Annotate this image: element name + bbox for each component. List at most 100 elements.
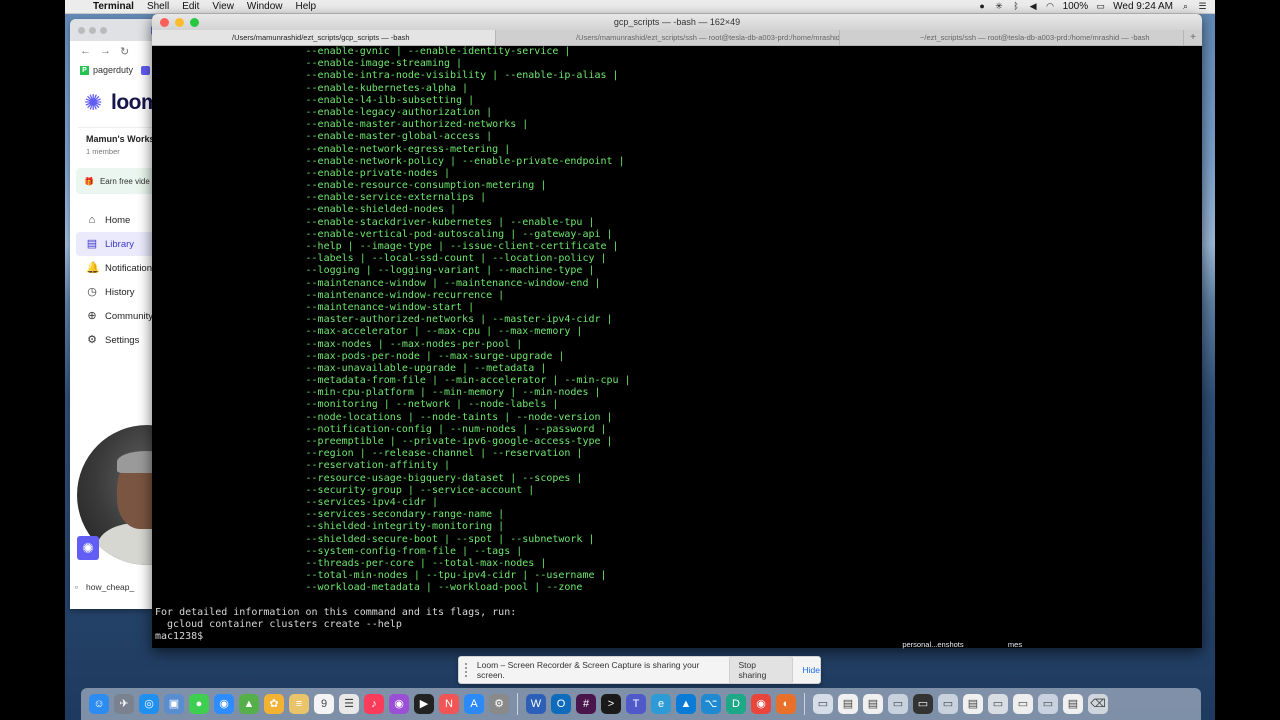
back-icon[interactable]: ← [80, 45, 91, 57]
azure-icon[interactable]: ▲ [676, 694, 696, 714]
launchpad-icon[interactable]: ✈ [114, 694, 134, 714]
terminal-flag-line: --max-pods-per-node | --max-surge-upgrad… [155, 350, 565, 362]
bookmark-pagerduty[interactable]: pagerduty [93, 65, 133, 75]
reminders-icon[interactable]: ☰ [339, 694, 359, 714]
terminal-icon[interactable]: > [601, 694, 621, 714]
menu-view[interactable]: View [212, 1, 234, 12]
folder-icon[interactable]: ▭ [813, 694, 833, 714]
outlook-icon[interactable]: O [551, 694, 571, 714]
new-tab-icon[interactable]: + [1184, 30, 1202, 45]
battery-icon[interactable]: ▭ [1096, 2, 1105, 11]
sidebar-item-label: Library [105, 238, 135, 250]
menu-app-name[interactable]: Terminal [93, 1, 134, 12]
maps-icon[interactable]: ▲ [239, 694, 259, 714]
document-icon[interactable]: ▤ [838, 694, 858, 714]
messages-icon[interactable]: ● [189, 694, 209, 714]
terminal-flag-line: --metadata-from-file | --min-accelerator… [155, 375, 631, 387]
bluetooth-icon[interactable]: ᛒ [1012, 2, 1021, 11]
teams-icon[interactable]: T [626, 694, 646, 714]
terminal-flag-line: --max-nodes | --max-nodes-per-pool | [155, 338, 523, 350]
loom-recorder-icon[interactable]: ✺ [77, 536, 99, 560]
gear-icon: ⚙ [87, 334, 97, 346]
terminal-tab-ssh-bash[interactable]: ~/ezt_scripts/ssh — root@tesla-db-a003-p… [840, 30, 1184, 45]
vscode-icon[interactable]: ⌥ [701, 694, 721, 714]
terminal-tab-ssh[interactable]: /Users/mamunrashid/ezt_scripts/ssh — roo… [496, 30, 840, 45]
photos-icon[interactable]: ✿ [264, 694, 284, 714]
reload-icon[interactable]: ↻ [120, 45, 129, 58]
safari-icon[interactable]: ◎ [139, 694, 159, 714]
appstore-icon[interactable]: A [464, 694, 484, 714]
finder-icon[interactable]: ☺ [89, 694, 109, 714]
terminal-output[interactable]: --enable-gvnic | --enable-identity-servi… [152, 46, 1202, 643]
terminal-flag-line: --notification-config | --num-nodes | --… [155, 423, 607, 435]
firefox-icon[interactable]: ◐ [776, 694, 796, 714]
word-icon[interactable]: W [526, 694, 546, 714]
spotlight-icon[interactable]: ⌕ [1181, 2, 1190, 11]
screen-sharing-notice: Loom – Screen Recorder & Screen Capture … [458, 656, 821, 684]
screenshot-icon[interactable]: ▭ [938, 694, 958, 714]
music-icon[interactable]: ♪ [364, 694, 384, 714]
terminal-flag-line: --enable-intra-node-visibility | --enabl… [155, 70, 619, 82]
terminal-flag-line: --max-accelerator | --max-cpu | --max-me… [155, 326, 583, 338]
datagrip-icon[interactable]: D [726, 694, 746, 714]
screenshot-icon[interactable]: ▭ [1013, 694, 1033, 714]
wifi-icon[interactable]: ◠ [1046, 2, 1055, 11]
tv-icon[interactable]: ▶ [414, 694, 434, 714]
document-icon[interactable]: ▤ [863, 694, 883, 714]
terminal-titlebar[interactable]: gcp_scripts — -bash — 162×49 [152, 14, 1202, 30]
desktop-file-label[interactable]: mes [980, 640, 1050, 650]
terminal-flag-line: --master-authorized-networks | --master-… [155, 314, 613, 326]
terminal-flag-line: --enable-master-global-access | [155, 131, 493, 143]
screenshot-icon[interactable]: ▭ [888, 694, 908, 714]
slack-icon[interactable]: # [576, 694, 596, 714]
settings-icon[interactable]: ⚙ [489, 694, 509, 714]
hide-button[interactable]: Hide [803, 665, 820, 675]
menu-edit[interactable]: Edit [182, 1, 199, 12]
document-icon[interactable]: ▤ [963, 694, 983, 714]
terminal-flag-line: --maintenance-window-recurrence | [155, 289, 505, 301]
window-close-button[interactable] [78, 26, 85, 34]
drag-handle[interactable] [465, 663, 469, 677]
clock[interactable]: Wed 9:24 AM [1113, 1, 1173, 12]
screenshot-icon[interactable]: ▭ [1038, 694, 1058, 714]
preview-icon[interactable]: ▣ [164, 694, 184, 714]
calendar-icon[interactable]: 9 [314, 694, 334, 714]
desktop-file-label[interactable]: personal...enshots [893, 640, 973, 650]
document-icon[interactable]: ▤ [1063, 694, 1083, 714]
terminal-flag-line: --enable-vertical-pod-autoscaling | --ga… [155, 228, 613, 240]
menu-shell[interactable]: Shell [147, 1, 169, 12]
terminal-flag-line: --enable-image-streaming | [155, 58, 463, 70]
terminal-flag-line: --node-locations | --node-taints | --nod… [155, 411, 613, 423]
terminal-flag-line: --enable-master-authorized-networks | [155, 119, 529, 131]
edge-icon[interactable]: e [651, 694, 671, 714]
zoom-icon[interactable]: ◉ [214, 694, 234, 714]
terminal-flag-line: --maintenance-window-start | [155, 301, 475, 313]
notes-icon[interactable]: ≡ [289, 694, 309, 714]
stop-sharing-button[interactable]: Stop sharing [729, 656, 793, 684]
pagerduty-icon: P [80, 65, 89, 75]
gift-icon: 🎁 [84, 176, 94, 186]
loom-bookmark-icon[interactable] [141, 65, 151, 75]
terminal-flag-line: --system-config-from-file | --tags | [155, 545, 523, 557]
terminal-flag-line: --enable-service-externalips | [155, 192, 487, 204]
trash-icon[interactable]: ⌫ [1088, 694, 1108, 714]
terminal-flag-line: --enable-network-egress-metering | [155, 143, 511, 155]
window-zoom-button[interactable] [100, 26, 107, 34]
status-area: ● ✳ ᛒ ◀ ◠ 100% ▭ Wed 9:24 AM ⌕ ☰ [978, 1, 1215, 12]
microphone-icon[interactable]: ● [978, 2, 987, 11]
terminal-tab-gcp-scripts[interactable]: /Users/mamunrashid/ezt_scripts/gcp_scrip… [152, 30, 496, 45]
menu-window[interactable]: Window [247, 1, 283, 12]
volume-icon[interactable]: ◀ [1029, 2, 1038, 11]
screenshot-icon[interactable]: ▭ [913, 694, 933, 714]
download-filename: how_cheap_ [86, 582, 135, 592]
podcasts-icon[interactable]: ◉ [389, 694, 409, 714]
chrome-icon[interactable]: ◉ [751, 694, 771, 714]
forward-icon[interactable]: → [100, 45, 111, 57]
screenshot-icon[interactable]: ▭ [988, 694, 1008, 714]
loom-status-icon[interactable]: ✳ [995, 2, 1004, 11]
control-center-icon[interactable]: ☰ [1198, 2, 1207, 11]
window-minimize-button[interactable] [89, 26, 96, 34]
menu-help[interactable]: Help [296, 1, 317, 12]
download-item[interactable]: ▫ how_cheap_ [75, 582, 134, 592]
news-icon[interactable]: N [439, 694, 459, 714]
